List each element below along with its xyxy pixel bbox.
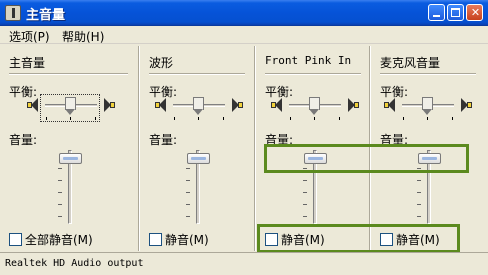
channel-divider	[9, 73, 128, 75]
balance-tick	[174, 117, 175, 120]
balance-tick	[339, 117, 340, 120]
balance-tick	[46, 117, 47, 120]
speaker-left-icon	[384, 98, 396, 112]
volume-tick	[417, 180, 421, 181]
volume-slider-thumb[interactable]	[59, 153, 82, 164]
close-icon: ✕	[470, 6, 481, 19]
maximize-button[interactable]	[447, 4, 464, 21]
minimize-button[interactable]	[428, 4, 445, 21]
close-button[interactable]: ✕	[466, 4, 483, 21]
balance-tick	[95, 117, 96, 120]
balance-slider-thumb[interactable]	[422, 97, 433, 116]
channel-title: Front Pink In	[265, 54, 352, 67]
speaker-app-icon[interactable]	[5, 5, 21, 21]
menu-help[interactable]: 帮助(H)	[62, 28, 104, 45]
status-text: Realtek HD Audio output	[5, 258, 144, 269]
speaker-right-icon	[231, 98, 243, 112]
volume-tick	[58, 192, 62, 193]
balance-tick	[70, 117, 71, 120]
balance-tick	[198, 117, 199, 120]
highlight-volume-sliders	[264, 144, 469, 173]
volume-tick	[303, 216, 307, 217]
menu-options[interactable]: 选项(P)	[9, 28, 50, 45]
speaker-left-icon	[27, 98, 39, 112]
channel-divider	[380, 73, 476, 75]
speaker-right-icon	[347, 98, 359, 112]
speaker-right-icon	[103, 98, 115, 112]
speaker-right-icon	[460, 98, 472, 112]
balance-slider-thumb[interactable]	[65, 97, 76, 116]
balance-tick	[427, 117, 428, 120]
volume-tick	[303, 180, 307, 181]
volume-tick	[186, 192, 190, 193]
channel-divider	[149, 73, 245, 75]
volume-tick	[186, 204, 190, 205]
title-bar[interactable]: 主音量 ✕	[0, 0, 488, 26]
status-bar: Realtek HD Audio output	[0, 252, 488, 275]
balance-slider-thumb[interactable]	[309, 97, 320, 116]
volume-control-window: 主音量 ✕ 选项(P) 帮助(H) 主音量 平衡: 音量: 全部静音(M) 波形…	[0, 0, 488, 275]
channel-master-volume: 主音量 平衡: 音量: 全部静音(M)	[0, 46, 137, 251]
channel-divider	[265, 73, 361, 75]
balance-tick	[223, 117, 224, 120]
volume-tick	[186, 180, 190, 181]
volume-tick	[417, 216, 421, 217]
balance-tick	[314, 117, 315, 120]
minimize-icon	[433, 15, 440, 17]
volume-tick	[58, 168, 62, 169]
speaker-left-icon	[155, 98, 167, 112]
mute-label[interactable]: 静音(M)	[165, 231, 209, 248]
volume-tick	[417, 204, 421, 205]
volume-slider-thumb[interactable]	[187, 153, 210, 164]
window-title: 主音量	[26, 8, 66, 23]
menu-bar: 选项(P) 帮助(H)	[0, 26, 488, 44]
channel-title: 麦克风音量	[380, 56, 441, 70]
balance-tick	[452, 117, 453, 120]
volume-tick	[303, 204, 307, 205]
speaker-left-icon	[271, 98, 283, 112]
mute-all-label[interactable]: 全部静音(M)	[25, 231, 93, 248]
highlight-mute-checkboxes	[257, 224, 460, 253]
volume-tick	[186, 216, 190, 217]
balance-tick	[403, 117, 404, 120]
volume-tick	[58, 216, 62, 217]
volume-label: 音量:	[149, 133, 178, 147]
mute-all-checkbox[interactable]	[9, 233, 22, 246]
balance-slider-thumb[interactable]	[193, 97, 204, 116]
channel-title: 主音量	[9, 56, 46, 70]
balance-tick	[290, 117, 291, 120]
mute-checkbox[interactable]	[149, 233, 162, 246]
volume-tick	[58, 204, 62, 205]
mute-all-checkbox-row[interactable]: 全部静音(M)	[9, 231, 93, 247]
channel-title: 波形	[149, 56, 174, 70]
channel-wave: 波形 平衡: 音量: 静音(M)	[140, 46, 254, 251]
maximize-icon	[451, 8, 460, 17]
mute-checkbox-row[interactable]: 静音(M)	[149, 231, 209, 247]
volume-tick	[58, 180, 62, 181]
volume-tick	[417, 192, 421, 193]
volume-tick	[186, 168, 190, 169]
volume-tick	[303, 192, 307, 193]
volume-label: 音量:	[9, 133, 38, 147]
